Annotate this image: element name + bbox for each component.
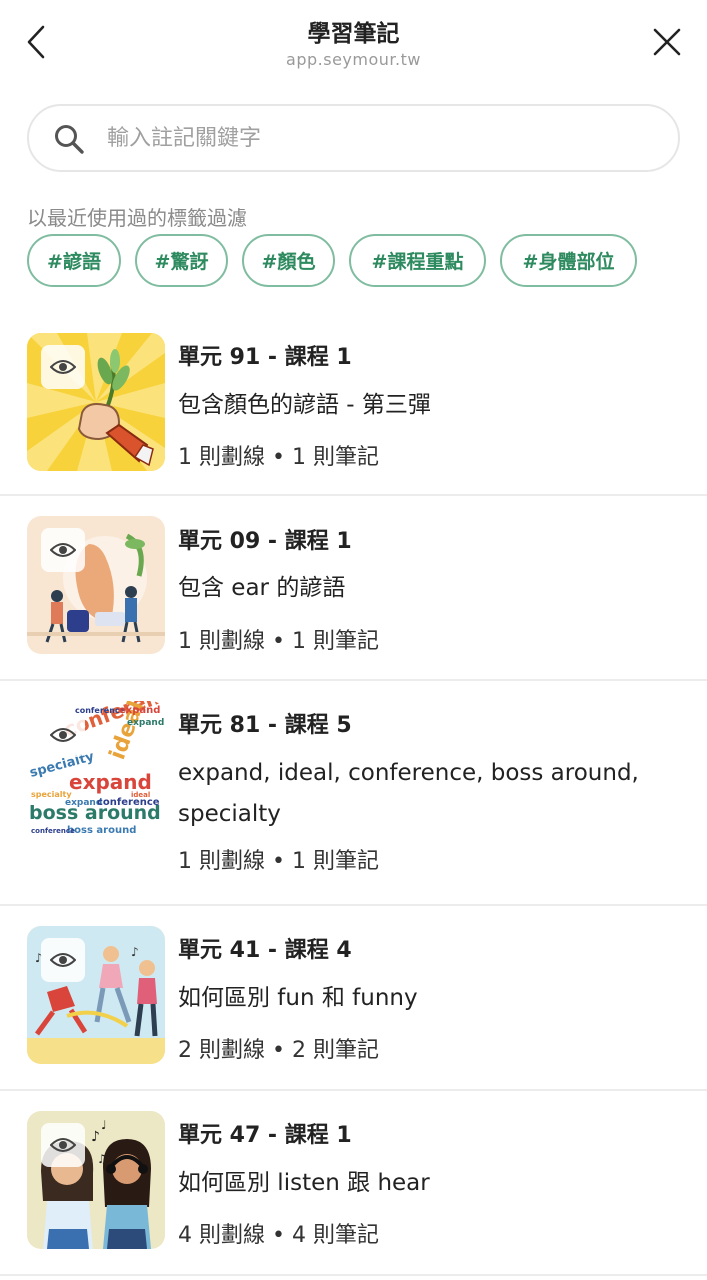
note-title: 單元 81 - 課程 5 <box>178 713 352 738</box>
svg-text:♪: ♪ <box>131 945 139 959</box>
note-item[interactable]: ♪ ♫ ♩ 單元 47 - 課程 1 如何區別 listen 跟 hear 4 … <box>0 1091 707 1276</box>
close-button[interactable] <box>649 22 685 62</box>
note-description: 包含 ear 的諺語 <box>178 575 346 601</box>
note-item[interactable]: conference ideal expand boss around spec… <box>0 681 707 906</box>
note-description: expand, ideal, conference, boss around, … <box>178 760 639 827</box>
eye-icon <box>50 953 76 967</box>
note-meta: 1 則劃線 • 1 則筆記 <box>178 849 379 874</box>
note-meta: 1 則劃線 • 1 則筆記 <box>178 629 379 654</box>
svg-text:boss around: boss around <box>67 825 136 836</box>
tag-chip[interactable]: #諺語 <box>27 234 121 287</box>
note-thumbnail <box>27 516 165 654</box>
view-badge <box>41 345 85 389</box>
note-item[interactable]: ♪ ♪ 單元 41 - 課程 4 如何區別 fun 和 funny 2 則劃線 … <box>0 906 707 1091</box>
eye-icon <box>50 543 76 557</box>
eye-icon <box>50 360 76 374</box>
svg-text:expand: expand <box>119 705 160 716</box>
note-item[interactable]: 單元 09 - 課程 1 包含 ear 的諺語 1 則劃線 • 1 則筆記 <box>0 496 707 681</box>
note-description: 包含顏色的諺語 - 第三彈 <box>178 392 431 418</box>
search-icon <box>55 125 84 154</box>
view-badge <box>41 528 85 572</box>
eye-icon <box>50 1138 76 1152</box>
page-subtitle: app.seymour.tw <box>286 50 421 69</box>
svg-text:expand: expand <box>127 718 164 728</box>
view-badge <box>41 1123 85 1167</box>
notes-list: 單元 91 - 課程 1 包含顏色的諺語 - 第三彈 1 則劃線 • 1 則筆記 <box>0 311 707 1276</box>
note-thumbnail <box>27 333 165 471</box>
search-bar <box>27 104 680 172</box>
svg-text:♩: ♩ <box>101 1118 107 1132</box>
header: 學習筆記 app.seymour.tw <box>0 0 707 88</box>
note-title: 單元 41 - 課程 4 <box>178 938 352 963</box>
svg-text:conference: conference <box>97 797 160 808</box>
svg-text:ideal: ideal <box>131 791 150 799</box>
note-meta: 2 則劃線 • 2 則筆記 <box>178 1038 379 1063</box>
note-title: 單元 09 - 課程 1 <box>178 529 352 554</box>
note-meta: 4 則劃線 • 4 則筆記 <box>178 1223 379 1248</box>
svg-text:♪: ♪ <box>91 1129 100 1145</box>
search-input[interactable] <box>107 118 647 158</box>
note-description: 如何區別 fun 和 funny <box>178 985 418 1011</box>
note-title: 單元 91 - 課程 1 <box>178 345 352 370</box>
tag-chip[interactable]: #驚訝 <box>135 234 228 287</box>
filter-label: 以最近使用過的標籤過濾 <box>27 206 247 230</box>
close-icon <box>653 28 681 56</box>
note-meta: 1 則劃線 • 1 則筆記 <box>178 445 379 470</box>
note-description: 如何區別 listen 跟 hear <box>178 1170 430 1196</box>
note-thumbnail: ♪ ♫ ♩ <box>27 1111 165 1249</box>
tag-chip[interactable]: #顏色 <box>242 234 335 287</box>
note-thumbnail: ♪ ♪ <box>27 926 165 1064</box>
note-title: 單元 47 - 課程 1 <box>178 1123 352 1148</box>
svg-text:conference: conference <box>31 827 75 835</box>
tag-chip[interactable]: #課程重點 <box>349 234 486 287</box>
tag-chip[interactable]: #身體部位 <box>500 234 637 287</box>
eye-icon <box>50 728 76 742</box>
svg-text:specialty: specialty <box>31 790 72 799</box>
tag-filter-list: #諺語 #驚訝 #顏色 #課程重點 #身體部位 <box>27 234 651 287</box>
view-badge <box>41 713 85 757</box>
note-thumbnail: conference ideal expand boss around spec… <box>27 701 165 839</box>
note-item[interactable]: 單元 91 - 課程 1 包含顏色的諺語 - 第三彈 1 則劃線 • 1 則筆記 <box>0 311 707 496</box>
svg-text:♫: ♫ <box>97 1152 108 1166</box>
view-badge <box>41 938 85 982</box>
page-title: 學習筆記 <box>307 21 400 47</box>
